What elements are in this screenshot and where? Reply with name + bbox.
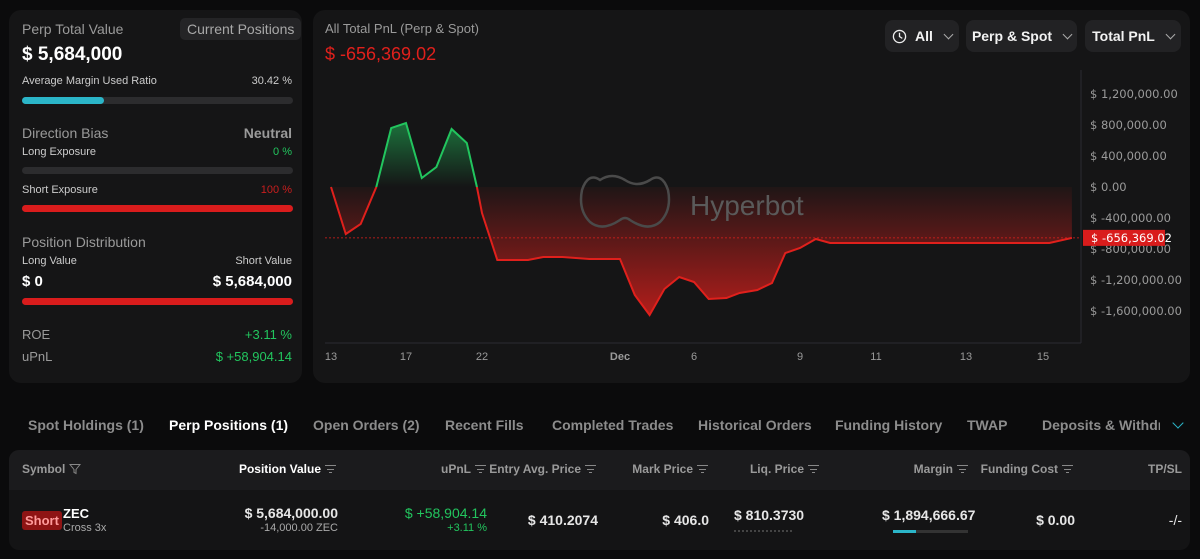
sort-icon[interactable] bbox=[957, 465, 968, 473]
col-entry-price[interactable]: Entry Avg. Price bbox=[489, 462, 596, 476]
x-tick-label: 9 bbox=[797, 351, 803, 363]
col-upnl[interactable]: uPnL bbox=[441, 462, 486, 476]
y-tick-label: $ 400,000.00 bbox=[1090, 149, 1167, 163]
margin-ratio-bar bbox=[893, 530, 968, 533]
x-tick-label: 6 bbox=[691, 351, 697, 363]
tpsl: -/- bbox=[1168, 512, 1182, 528]
x-tick-label: 11 bbox=[870, 351, 881, 363]
x-tick-label: 22 bbox=[476, 351, 488, 363]
position-value: $ 5,684,000.00 bbox=[244, 505, 338, 521]
col-tpsl: TP/SL bbox=[1147, 462, 1182, 476]
side-badge: Short bbox=[22, 511, 62, 530]
x-tick-label: 17 bbox=[400, 351, 412, 363]
col-symbol[interactable]: Symbol bbox=[22, 462, 82, 476]
y-tick-label: $ -400,000.00 bbox=[1090, 211, 1171, 225]
sort-icon[interactable] bbox=[808, 465, 819, 473]
col-funding-cost[interactable]: Funding Cost bbox=[981, 462, 1073, 476]
sort-icon[interactable] bbox=[697, 465, 708, 473]
tab-perp-positions[interactable]: Perp Positions (1) bbox=[169, 417, 288, 433]
col-mark-price[interactable]: Mark Price bbox=[632, 462, 708, 476]
col-position-value[interactable]: Position Value bbox=[239, 462, 336, 476]
funding-cost: $ 0.00 bbox=[1036, 512, 1075, 528]
col-margin[interactable]: Margin bbox=[914, 462, 968, 476]
y-tick-label: $ 800,000.00 bbox=[1090, 118, 1167, 132]
tab-funding-history[interactable]: Funding History bbox=[835, 417, 942, 433]
tab-spot-holdings[interactable]: Spot Holdings (1) bbox=[28, 417, 144, 433]
x-tick-label: 13 bbox=[325, 351, 337, 363]
x-tick-label: 13 bbox=[960, 351, 972, 363]
tab-historical-orders[interactable]: Historical Orders bbox=[698, 417, 812, 433]
margin: $ 1,894,666.67 bbox=[882, 507, 976, 523]
y-tick-label: $ -1,200,000.00 bbox=[1090, 273, 1182, 287]
margin-mode: Cross 3x bbox=[63, 522, 107, 534]
symbol[interactable]: ZEC bbox=[63, 506, 89, 521]
tab-twap[interactable]: TWAP bbox=[967, 417, 1007, 433]
pnl-chart: $ 1,200,000.00 $ 800,000.00 $ 400,000.00 $ … bbox=[325, 70, 1182, 363]
tab-completed-trades[interactable]: Completed Trades bbox=[552, 417, 673, 433]
y-tick-label: $ 1,200,000.00 bbox=[1090, 87, 1178, 101]
filter-icon[interactable] bbox=[69, 463, 82, 475]
mark-price: $ 406.0 bbox=[662, 512, 709, 528]
position-size: -14,000.00 ZEC bbox=[260, 522, 338, 534]
tab-recent-fills[interactable]: Recent Fills bbox=[445, 417, 524, 433]
sort-icon[interactable] bbox=[475, 465, 486, 473]
watermark-text: Hyperbot bbox=[690, 190, 804, 221]
sort-icon[interactable] bbox=[1062, 465, 1073, 473]
y-tick-label: $ 0.00 bbox=[1090, 180, 1127, 194]
x-tick-label: Dec bbox=[610, 351, 630, 363]
tab-open-orders[interactable]: Open Orders (2) bbox=[313, 417, 420, 433]
x-tick-label: 15 bbox=[1037, 351, 1049, 363]
y-tick-label: $ -1,600,000.00 bbox=[1090, 304, 1182, 318]
upnl: $ +58,904.14 bbox=[404, 505, 487, 521]
liq-distance-indicator bbox=[734, 530, 792, 532]
col-liq-price[interactable]: Liq. Price bbox=[750, 462, 819, 476]
tabs-more-chevron-icon[interactable] bbox=[1172, 417, 1184, 429]
sort-icon[interactable] bbox=[585, 465, 596, 473]
last-value-label: $ -656,369.02 bbox=[1091, 231, 1172, 245]
upnl-percent: +3.11 % bbox=[447, 522, 487, 534]
entry-price: $ 410.2074 bbox=[527, 512, 598, 528]
liq-price: $ 810.3730 bbox=[734, 507, 805, 523]
tab-deposits-withdraw[interactable]: Deposits & Withdraw bbox=[1042, 417, 1160, 433]
sort-icon[interactable] bbox=[325, 465, 336, 473]
